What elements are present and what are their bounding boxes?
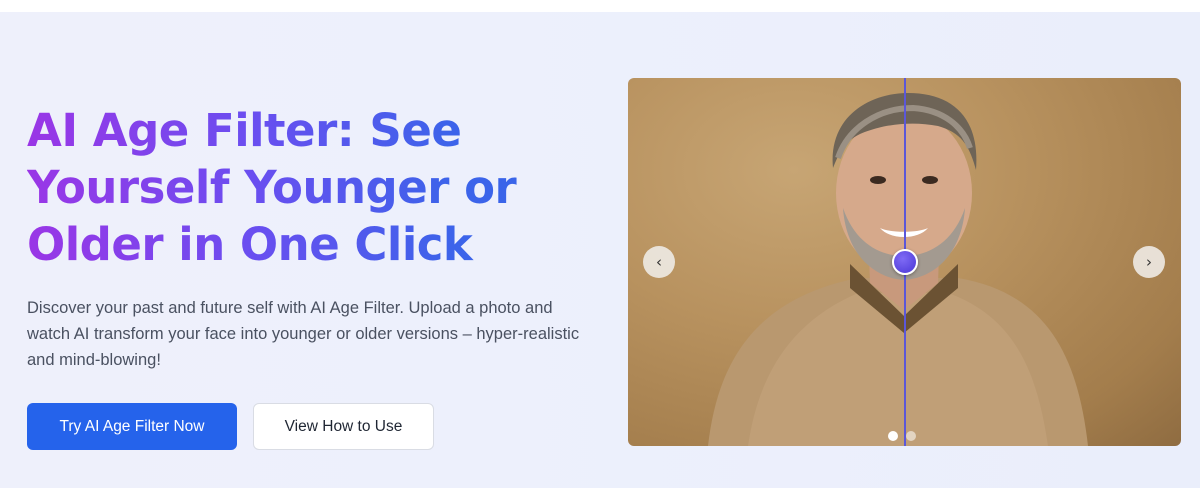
try-age-filter-button[interactable]: Try AI Age Filter Now — [27, 403, 237, 450]
carousel-next-button[interactable]: › — [1133, 246, 1165, 278]
hero-title-line-2: Yourself Younger or — [27, 161, 517, 214]
carousel-dot-2[interactable] — [906, 431, 916, 441]
before-after-carousel[interactable]: ‹ › — [628, 78, 1181, 446]
hero-title: AI Age Filter: See Yourself Younger or O… — [27, 102, 587, 273]
hero-title-line-3: Older in One Click — [27, 218, 473, 271]
carousel-dot-1[interactable] — [888, 431, 898, 441]
hero-buttons: Try AI Age Filter Now View How to Use — [27, 403, 587, 450]
comparison-slider-handle[interactable] — [892, 249, 918, 275]
carousel-prev-button[interactable]: ‹ — [643, 246, 675, 278]
hero-title-line-1: AI Age Filter: See — [27, 104, 462, 157]
chevron-right-icon: › — [1146, 253, 1152, 271]
hero-description: Discover your past and future self with … — [27, 299, 580, 369]
view-how-to-use-button[interactable]: View How to Use — [253, 403, 434, 450]
chevron-left-icon: ‹ — [656, 253, 662, 271]
carousel-dots — [888, 431, 916, 441]
hero-text-column: AI Age Filter: See Yourself Younger or O… — [27, 102, 587, 450]
